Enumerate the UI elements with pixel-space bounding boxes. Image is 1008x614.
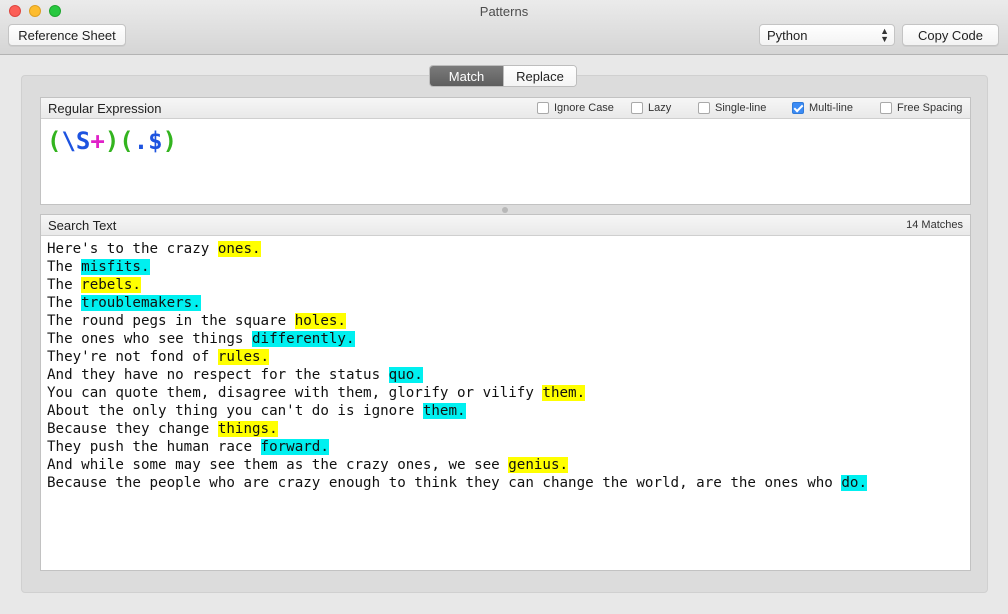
match-highlight: them.	[422, 403, 466, 419]
line-text: The	[47, 259, 82, 275]
line-text: They push the human race	[47, 439, 261, 455]
line-text: And they have no respect for the status	[47, 367, 389, 383]
regex-token: )	[104, 127, 120, 155]
split-divider-handle[interactable]	[502, 207, 508, 213]
copy-code-button[interactable]: Copy Code	[902, 24, 999, 46]
search-panel-title: Search Text	[48, 218, 117, 233]
language-select[interactable]: Python ▲ ▼	[759, 24, 895, 46]
text-line: The round pegs in the square holes.	[47, 312, 867, 330]
option-label: Single-line	[715, 102, 767, 114]
match-highlight: holes.	[294, 313, 346, 329]
checkbox[interactable]	[537, 102, 549, 114]
text-line: And they have no respect for the status …	[47, 366, 867, 384]
checkbox[interactable]	[698, 102, 710, 114]
text-line: Because the people who are crazy enough …	[47, 474, 867, 492]
title-bar: Patterns Reference Sheet Python ▲ ▼ Copy …	[0, 0, 1008, 55]
option-free-spacing[interactable]: Free Spacing	[880, 102, 962, 114]
match-highlight: rules.	[217, 349, 270, 365]
match-highlight: ones.	[217, 241, 261, 257]
regex-token: \S	[61, 127, 91, 155]
option-multi-line[interactable]: Multi-line	[792, 102, 853, 114]
text-line: The misfits.	[47, 258, 867, 276]
text-line: Because they change things.	[47, 420, 867, 438]
regex-token: .	[133, 127, 149, 155]
regex-token: (	[47, 127, 62, 155]
regex-token: )	[162, 127, 178, 155]
match-highlight: quo.	[388, 367, 423, 383]
text-line: About the only thing you can't do is ign…	[47, 402, 867, 420]
up-down-chevron-icon: ▲ ▼	[880, 26, 889, 44]
line-text: Because the people who are crazy enough …	[47, 475, 842, 491]
option-label: Multi-line	[809, 102, 854, 114]
regex-panel: Regular Expression Ignore Case Lazy Single…	[40, 97, 971, 205]
match-highlight: misfits.	[81, 259, 150, 275]
tab-replace[interactable]: Replace	[503, 66, 576, 86]
line-text: They're not fond of	[47, 349, 218, 365]
text-line: The troublemakers.	[47, 294, 867, 312]
window-title: Patterns	[479, 4, 529, 19]
regex-panel-header: Regular Expression Ignore Case Lazy Single…	[41, 98, 970, 119]
checkbox[interactable]	[880, 102, 892, 114]
line-text: The ones who see things	[47, 331, 252, 347]
regex-token: $	[148, 127, 163, 155]
option-label: Lazy	[648, 102, 672, 114]
text-line: You can quote them, disagree with them, …	[47, 384, 867, 402]
search-text-area[interactable]: Here's to the crazy ones. The misfits. The…	[47, 240, 867, 492]
checkbox[interactable]	[792, 102, 804, 114]
line-text: About the only thing you can't do is ign…	[47, 403, 423, 419]
mode-segmented-control: Match Replace	[429, 65, 577, 87]
search-panel-header: Search Text 14 Matches	[41, 215, 970, 236]
regex-panel-title: Regular Expression	[48, 101, 162, 116]
line-text: You can quote them, disagree with them, …	[47, 385, 543, 401]
line-text: And while some may see them as the crazy…	[47, 457, 509, 473]
match-highlight: do.	[841, 475, 867, 491]
regex-input[interactable]: (\S+)(.$)	[47, 127, 177, 155]
line-text: Here's to the crazy	[47, 241, 218, 257]
language-select-value: Python	[767, 27, 808, 43]
match-highlight: rebels.	[81, 277, 141, 293]
search-panel: Search Text 14 Matches Here's to the cra…	[40, 214, 971, 571]
reference-sheet-button[interactable]: Reference Sheet	[8, 24, 126, 46]
match-count: 14 Matches	[906, 219, 963, 231]
match-highlight: them.	[542, 385, 586, 401]
regex-token: +	[90, 127, 105, 155]
regex-token: (	[119, 127, 134, 155]
match-highlight: genius.	[508, 457, 569, 473]
line-text: The	[47, 295, 82, 311]
text-line: Here's to the crazy ones.	[47, 240, 867, 258]
text-line: And while some may see them as the crazy…	[47, 456, 867, 474]
line-text: The	[47, 277, 82, 293]
match-highlight: forward.	[260, 439, 329, 455]
match-highlight: troublemakers.	[81, 295, 201, 311]
option-ignore-case[interactable]: Ignore Case	[537, 102, 614, 114]
option-single-line[interactable]: Single-line	[698, 102, 766, 114]
text-line: They push the human race forward.	[47, 438, 867, 456]
option-lazy[interactable]: Lazy	[631, 102, 671, 114]
option-label: Ignore Case	[554, 102, 614, 114]
checkbox[interactable]	[631, 102, 643, 114]
match-highlight: things.	[217, 421, 278, 437]
option-label: Free Spacing	[897, 102, 963, 114]
line-text: Because they change	[47, 421, 218, 437]
text-line: The ones who see things differently.	[47, 330, 867, 348]
tab-match[interactable]: Match	[430, 66, 503, 86]
line-text: The round pegs in the square	[47, 313, 295, 329]
text-line: They're not fond of rules.	[47, 348, 867, 366]
app-window: Patterns Reference Sheet Python ▲ ▼ Copy …	[0, 0, 1008, 614]
match-highlight: differently.	[252, 331, 355, 347]
text-line: The rebels.	[47, 276, 867, 294]
